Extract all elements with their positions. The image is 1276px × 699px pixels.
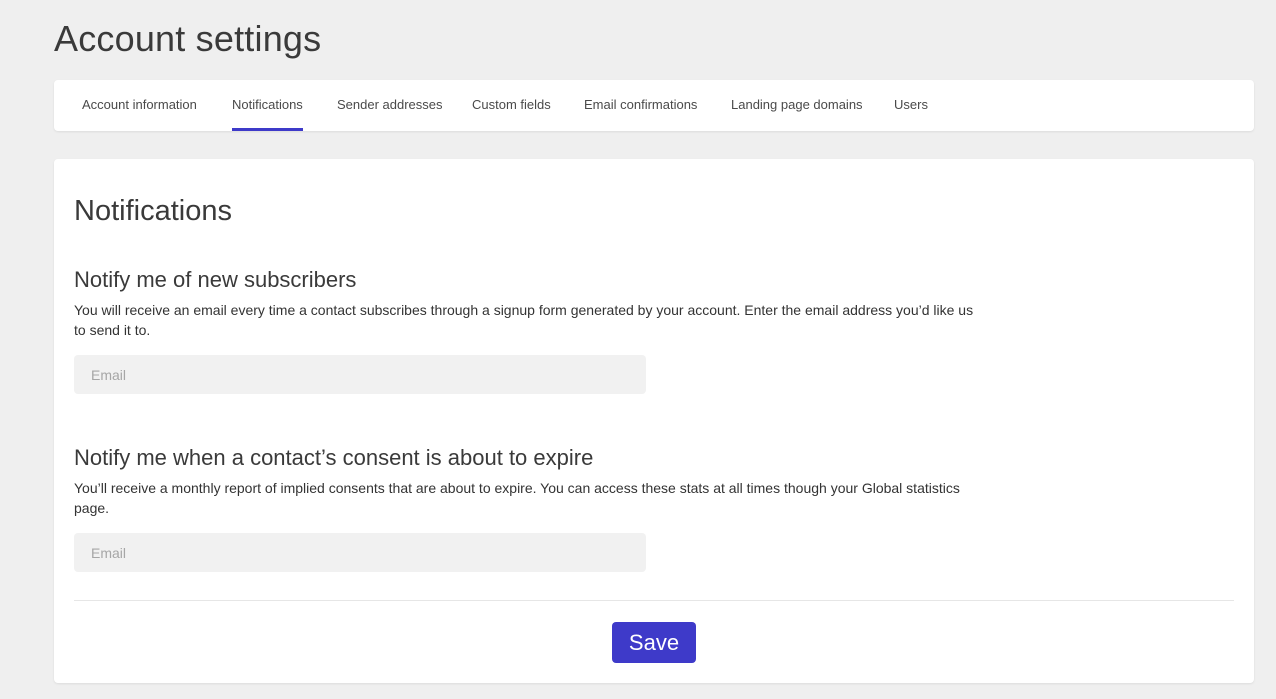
consent-expiry-email-input[interactable] — [74, 533, 646, 572]
section-title: Notifications — [74, 195, 232, 227]
consent-expiry-description: You’ll receive a monthly report of impli… — [74, 480, 960, 516]
new-subscribers-description: You will receive an email every time a c… — [74, 302, 974, 338]
tab-email-confirmations[interactable]: Email confirmations — [584, 80, 697, 131]
notifications-panel: Notifications Notify me of new subscribe… — [54, 159, 1254, 683]
tab-notifications[interactable]: Notifications — [232, 80, 303, 131]
settings-tab-bar: Account information Notifications Sender… — [54, 80, 1254, 131]
divider — [74, 600, 1234, 601]
new-subscribers-heading: Notify me of new subscribers — [74, 267, 357, 292]
tab-custom-fields[interactable]: Custom fields — [472, 80, 551, 131]
tab-users[interactable]: Users — [894, 80, 928, 131]
tab-sender-addresses[interactable]: Sender addresses — [337, 80, 443, 131]
tab-account-information[interactable]: Account information — [82, 80, 197, 131]
tab-landing-page-domains[interactable]: Landing page domains — [731, 80, 863, 131]
new-subscribers-email-input[interactable] — [74, 355, 646, 394]
save-button[interactable]: Save — [612, 622, 696, 663]
page-title: Account settings — [54, 18, 322, 59]
consent-expiry-heading: Notify me when a contact’s consent is ab… — [74, 445, 594, 470]
